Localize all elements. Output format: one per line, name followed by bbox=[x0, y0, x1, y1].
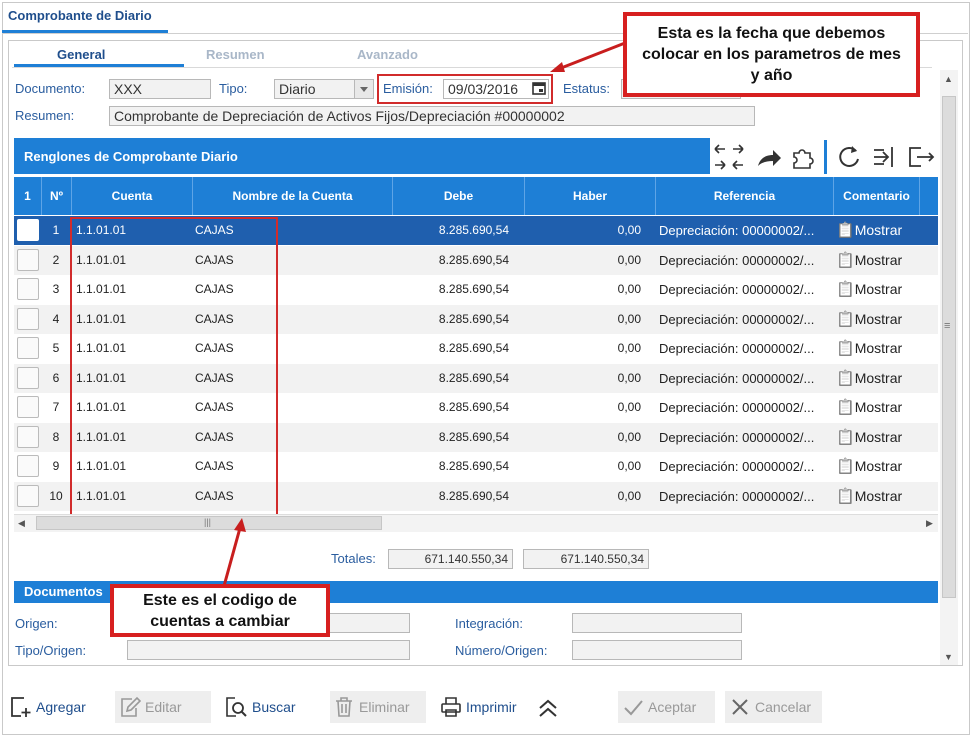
codigo-callout-text: Este es el codigo de cuentas a cambiar bbox=[114, 588, 326, 633]
codigo-callout: Este es el codigo de cuentas a cambiar bbox=[110, 584, 330, 637]
fecha-callout-text: Esta es la fecha que debemos colocar en … bbox=[627, 16, 916, 93]
fecha-callout: Esta es la fecha que debemos colocar en … bbox=[623, 12, 920, 97]
